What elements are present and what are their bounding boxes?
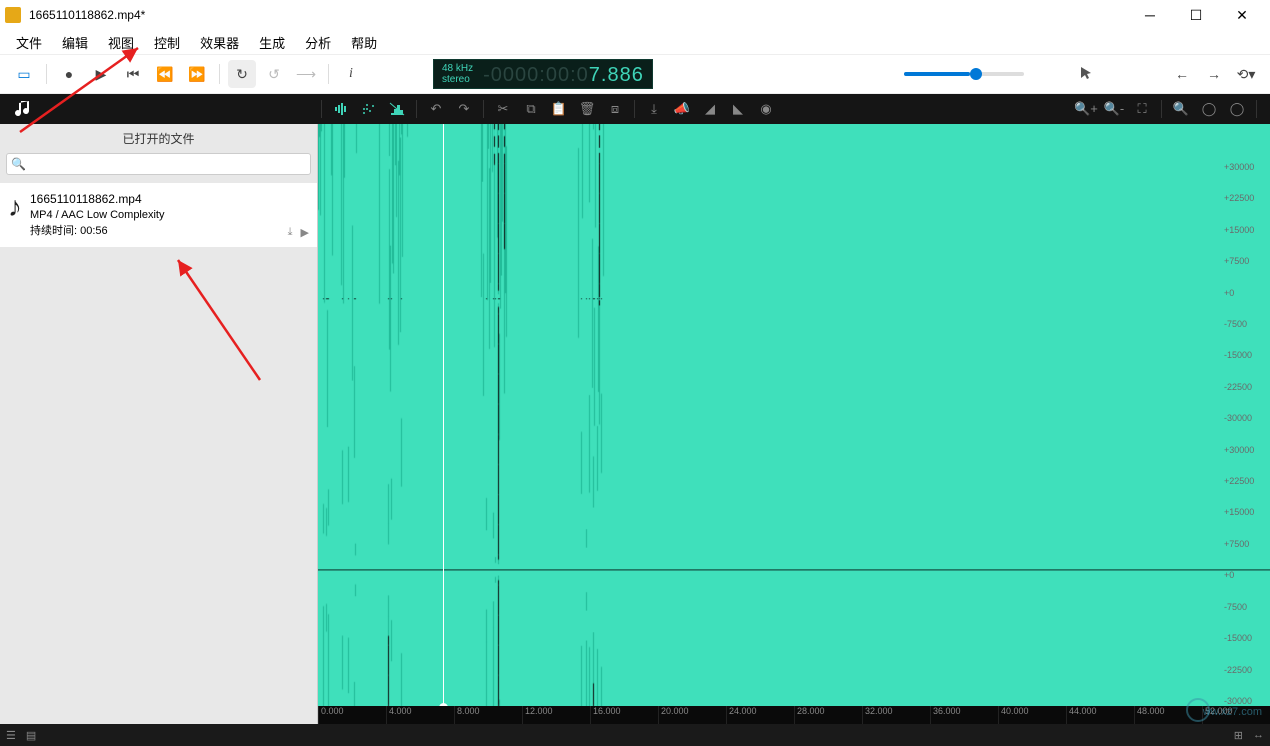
maximize-button[interactable]: ☐	[1173, 0, 1219, 30]
channels: stereo	[442, 74, 473, 85]
record-button[interactable]: ●	[55, 60, 83, 88]
menu-effects[interactable]: 效果器	[190, 31, 249, 54]
time-display: 48 kHz stereo -0000:00:07.886	[433, 59, 653, 89]
search-input[interactable]: 🔍	[6, 153, 311, 175]
edit-toolbar: ↶ ↷ ✂ ⧉ 📋 🗑 ⧈ ⤓ 📣 ◢ ◣ ◉ 🔍+ 🔍- ⛶ 🔍 ◯ ◯	[0, 94, 1270, 124]
zoom-out-button[interactable]: 🔍-	[1102, 97, 1126, 121]
sidebar: 已打开的文件 🔍 ♪ 1665110118862.mp4 MP4 / AAC L…	[0, 124, 318, 724]
redo-button[interactable]: ↷	[452, 97, 476, 121]
nav-back-button[interactable]: ←	[1168, 60, 1196, 88]
waveform-area[interactable]: +30000+22500+15000+7500+0-7500-15000-225…	[318, 124, 1270, 724]
play-button[interactable]: ▶	[87, 60, 115, 88]
file-info: 1665110118862.mp4 MP4 / AAC Low Complexi…	[30, 191, 309, 239]
sample-rate: 48 kHz	[442, 63, 473, 74]
menubar: 文件 编辑 视图 控制 效果器 生成 分析 帮助	[0, 30, 1270, 54]
fade-out-icon[interactable]: ◣	[726, 97, 750, 121]
close-button[interactable]: ✕	[1219, 0, 1265, 30]
effect-button[interactable]: ◉	[754, 97, 778, 121]
download-icon[interactable]: ⤓	[288, 226, 293, 239]
time-positive: 7.886	[589, 64, 644, 86]
main-area: 已打开的文件 🔍 ♪ 1665110118862.mp4 MP4 / AAC L…	[0, 124, 1270, 724]
loop-selection-button[interactable]: ↺	[260, 60, 288, 88]
spectrogram-icon[interactable]	[385, 97, 409, 121]
minimize-button[interactable]: ─	[1127, 0, 1173, 30]
delete-button[interactable]: 🗑	[575, 97, 599, 121]
watermark-text: ww.xz7.com	[1203, 706, 1262, 718]
track-icon[interactable]	[10, 94, 40, 124]
history-button[interactable]: ⟲▾	[1232, 60, 1260, 88]
search-icon: 🔍	[11, 157, 26, 171]
copy-button[interactable]: ⧉	[519, 97, 543, 121]
forward-button[interactable]: ⏩	[183, 60, 211, 88]
menu-control[interactable]: 控制	[144, 31, 190, 54]
tool-a-button[interactable]: ◯	[1197, 97, 1221, 121]
search-field[interactable]	[26, 158, 306, 170]
menu-analyze[interactable]: 分析	[295, 31, 341, 54]
paste-button[interactable]: 📋	[547, 97, 571, 121]
time-ruler[interactable]: 0.0004.0008.00012.00016.00020.00024.0002…	[318, 706, 1270, 724]
volume-slider[interactable]	[904, 72, 1024, 76]
spectrum-icon[interactable]	[357, 97, 381, 121]
menu-file[interactable]: 文件	[6, 31, 52, 54]
statusbar: ☰ ▤ ⊞ ↔	[0, 724, 1270, 746]
titlebar: 1665110118862.mp4* ─ ☐ ✕	[0, 0, 1270, 30]
undo-button[interactable]: ↶	[424, 97, 448, 121]
share-button[interactable]: 📣	[670, 97, 694, 121]
menu-edit[interactable]: 编辑	[52, 31, 98, 54]
zoom-in-button[interactable]: 🔍+	[1074, 97, 1098, 121]
sidebar-header: 已打开的文件	[0, 124, 317, 153]
rewind-button[interactable]: ⏪	[151, 60, 179, 88]
file-duration: 持续时间: 00:56	[30, 223, 309, 239]
audio-info: 48 kHz stereo	[442, 63, 473, 85]
window-title: 1665110118862.mp4*	[29, 8, 1127, 22]
mouse-tool-icon[interactable]	[1072, 60, 1100, 88]
layout-icon[interactable]: ⊞	[1234, 729, 1243, 742]
transport-toolbar: ▭ ● ▶ ⏮ ⏪ ⏩ ↻ ↺ ⟶ i 48 kHz stereo -0000:…	[0, 54, 1270, 94]
zoom-fit-button[interactable]: ⛶	[1130, 97, 1154, 121]
menu-help[interactable]: 帮助	[341, 31, 387, 54]
info-button[interactable]: i	[337, 60, 365, 88]
tool-b-button[interactable]: ◯	[1225, 97, 1249, 121]
crop-button[interactable]: ⧈	[603, 97, 627, 121]
window-layout-icon[interactable]: ▭	[10, 60, 38, 88]
import-button[interactable]: ⤓	[642, 97, 666, 121]
expand-icon[interactable]: ↔	[1253, 729, 1264, 741]
play-file-icon[interactable]: ▶	[301, 226, 309, 239]
menu-generate[interactable]: 生成	[249, 31, 295, 54]
link-button[interactable]: ⟶	[292, 60, 320, 88]
panel-icon[interactable]: ▤	[26, 729, 36, 742]
file-format: MP4 / AAC Low Complexity	[30, 207, 309, 223]
time-counter: -0000:00:07.886	[483, 62, 644, 87]
playhead[interactable]	[443, 124, 444, 706]
file-item[interactable]: ♪ 1665110118862.mp4 MP4 / AAC Low Comple…	[0, 183, 317, 247]
time-negative: -0000:00:0	[483, 64, 589, 86]
list-view-icon[interactable]: ☰	[6, 729, 16, 742]
music-note-icon: ♪	[8, 191, 22, 239]
app-icon	[5, 7, 21, 23]
menu-view[interactable]: 视图	[98, 31, 144, 54]
zoom-selection-button[interactable]: 🔍	[1169, 97, 1193, 121]
waveform-bars-icon[interactable]	[329, 97, 353, 121]
nav-forward-button[interactable]: →	[1200, 60, 1228, 88]
fade-in-icon[interactable]: ◢	[698, 97, 722, 121]
prev-button[interactable]: ⏮	[119, 60, 147, 88]
file-name: 1665110118862.mp4	[30, 191, 309, 207]
cut-button[interactable]: ✂	[491, 97, 515, 121]
loop-button[interactable]: ↻	[228, 60, 256, 88]
